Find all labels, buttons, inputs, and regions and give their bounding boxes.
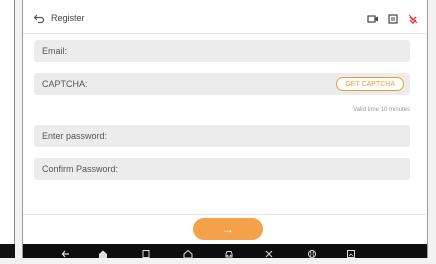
screenshot-icon[interactable] — [387, 12, 399, 24]
home-outline-icon[interactable] — [183, 246, 193, 259]
back-button[interactable]: Register — [33, 10, 113, 26]
back-arrow-icon — [33, 14, 45, 24]
captcha-field[interactable]: CAPTCHA: GET CAPTCHA — [34, 73, 410, 95]
page-title: Register — [51, 13, 85, 23]
tools-icon[interactable] — [264, 246, 274, 258]
header-bar: Register — [23, 0, 427, 34]
get-captcha-button[interactable]: GET CAPTCHA — [336, 77, 404, 91]
car-icon[interactable] — [224, 246, 234, 258]
confirm-password-placeholder: Confirm Password: — [42, 164, 119, 174]
gallery-icon[interactable] — [346, 246, 356, 258]
video-icon[interactable] — [367, 12, 379, 24]
system-navbar — [23, 244, 427, 259]
confirm-password-field[interactable]: Confirm Password: — [34, 158, 410, 180]
register-screen: Register Email: CAPTCHA: GET CAPTCHA Val… — [22, 0, 428, 259]
captcha-placeholder: CAPTCHA: — [42, 79, 88, 89]
next-button[interactable]: → — [193, 218, 263, 240]
side-panel-navbar — [0, 244, 15, 258]
captcha-valid-time: Valid time 10 minutes — [353, 107, 410, 113]
next-arrow-icon: → — [222, 222, 234, 236]
password-placeholder: Enter password: — [42, 131, 108, 141]
email-placeholder: Email: — [42, 46, 68, 56]
back-icon[interactable] — [61, 246, 71, 258]
browser-icon[interactable] — [307, 246, 317, 258]
side-panel — [0, 0, 15, 258]
email-field[interactable]: Email: — [34, 40, 410, 62]
password-field[interactable]: Enter password: — [34, 125, 410, 147]
vci-disconnected-icon[interactable] — [407, 12, 419, 24]
recent-apps-icon[interactable] — [141, 246, 151, 258]
home-icon[interactable] — [98, 246, 108, 258]
